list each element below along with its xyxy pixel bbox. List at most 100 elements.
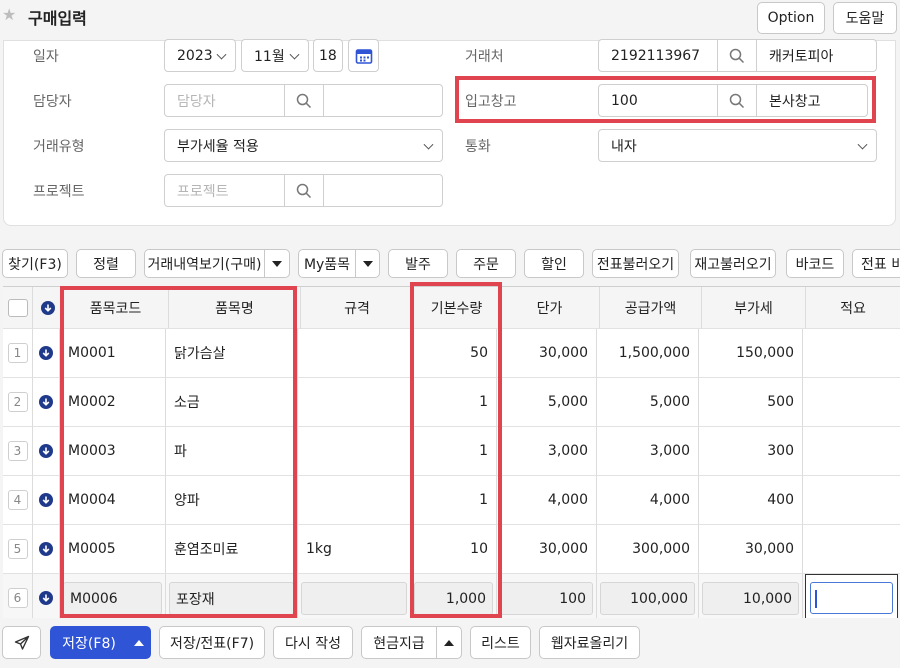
cell-price[interactable]: 100 (497, 574, 597, 623)
my-items-dropdown-button[interactable] (355, 249, 380, 278)
warehouse-code-input[interactable]: 100 (598, 84, 718, 117)
cell-name[interactable]: 파 (166, 427, 298, 476)
cell-memo[interactable] (803, 574, 900, 623)
cell-name[interactable]: 닭가슴살 (166, 329, 298, 378)
cell-qty-input[interactable]: 1,000 (414, 582, 493, 615)
cell-memo[interactable] (803, 427, 900, 476)
cell-spec[interactable] (298, 574, 411, 623)
cell-spec[interactable] (298, 329, 411, 378)
cell-code[interactable]: M0002 (60, 378, 166, 427)
row-number[interactable]: 3 (7, 441, 28, 461)
download-icon[interactable] (39, 346, 53, 360)
manager-search-button[interactable] (284, 84, 324, 117)
manager-input[interactable]: 담당자 (164, 84, 285, 117)
cell-name[interactable]: 양파 (166, 476, 298, 525)
cell-qty[interactable]: 1 (411, 378, 497, 427)
header-spec[interactable]: 규격 (301, 287, 414, 329)
order-button[interactable]: 발주 (388, 249, 448, 278)
download-icon[interactable] (39, 542, 53, 556)
cell-vat[interactable]: 150,000 (699, 329, 803, 378)
cash-button[interactable]: 현금지급 (361, 626, 437, 659)
history-button[interactable]: 거래내역보기(구매) (144, 249, 265, 278)
year-select[interactable]: 2023 (164, 39, 236, 72)
cell-code[interactable]: M0003 (60, 427, 166, 476)
project-search-button[interactable] (284, 174, 324, 207)
cell-price[interactable]: 30,000 (497, 329, 597, 378)
cell-memo[interactable] (803, 378, 900, 427)
load-slip-button[interactable]: 전표불러오기 (592, 249, 679, 278)
cell-spec-input[interactable] (301, 582, 407, 615)
cell-qty[interactable]: 10 (411, 525, 497, 574)
cell-code-input[interactable]: M0006 (63, 582, 162, 615)
header-qty[interactable]: 기본수량 (414, 287, 500, 329)
cell-spec[interactable] (298, 427, 411, 476)
find-button[interactable]: 찾기(F3) (2, 249, 68, 278)
cell-price-input[interactable]: 100 (500, 582, 593, 615)
cell-supply-input[interactable]: 100,000 (600, 582, 695, 615)
cell-name[interactable]: 훈염조미료 (166, 525, 298, 574)
download-icon[interactable] (39, 591, 53, 605)
manager-name-field[interactable] (323, 84, 443, 117)
slip-more-button[interactable]: 전표 비 (852, 249, 900, 278)
client-search-button[interactable] (717, 39, 757, 72)
cell-vat[interactable]: 500 (699, 378, 803, 427)
cell-supply[interactable]: 4,000 (597, 476, 699, 525)
load-stock-button[interactable]: 재고불러오기 (690, 249, 776, 278)
download-icon[interactable] (39, 493, 53, 507)
cell-code[interactable]: M0004 (60, 476, 166, 525)
cell-name-input[interactable]: 포장재 (169, 582, 294, 615)
client-name-field[interactable]: 캐커토피아 (756, 39, 877, 72)
cell-supply[interactable]: 100,000 (597, 574, 699, 623)
cell-name[interactable]: 포장재 (166, 574, 298, 623)
order2-button[interactable]: 주문 (456, 249, 516, 278)
cell-code[interactable]: M0005 (60, 525, 166, 574)
cell-qty[interactable]: 1 (411, 427, 497, 476)
cell-name[interactable]: 소금 (166, 378, 298, 427)
header-price[interactable]: 단가 (500, 287, 600, 329)
trade-type-select[interactable]: 부가세율 적용 (164, 129, 443, 162)
option-button[interactable]: Option (757, 2, 825, 34)
list-button[interactable]: 리스트 (470, 626, 531, 659)
memo-input-inner[interactable] (810, 582, 893, 614)
cell-vat[interactable]: 300 (699, 427, 803, 476)
cell-qty[interactable]: 1 (411, 476, 497, 525)
cell-memo[interactable] (803, 329, 900, 378)
cell-price[interactable]: 4,000 (497, 476, 597, 525)
cash-options-button[interactable] (436, 626, 462, 659)
save-slip-button[interactable]: 저장/전표(F7) (159, 626, 265, 659)
day-input[interactable]: 18 (313, 39, 343, 72)
row-number[interactable]: 4 (7, 490, 28, 510)
project-input[interactable]: 프로젝트 (164, 174, 285, 207)
header-memo[interactable]: 적요 (806, 287, 900, 329)
help-button[interactable]: 도움말 (833, 2, 897, 34)
row-number[interactable]: 1 (7, 343, 28, 363)
my-items-button[interactable]: My품목 (298, 249, 356, 278)
download-icon[interactable] (40, 300, 55, 315)
select-all-checkbox[interactable] (7, 298, 28, 317)
header-name[interactable]: 품목명 (169, 287, 301, 329)
save-button[interactable]: 저장(F8) (50, 626, 128, 659)
header-vat[interactable]: 부가세 (702, 287, 806, 329)
cell-memo[interactable] (803, 476, 900, 525)
cell-spec[interactable] (298, 476, 411, 525)
cell-spec[interactable] (298, 378, 411, 427)
save-options-button[interactable] (127, 626, 151, 659)
download-icon[interactable] (39, 395, 53, 409)
cell-code[interactable]: M0001 (60, 329, 166, 378)
discount-button[interactable]: 할인 (524, 249, 584, 278)
row-number[interactable]: 6 (7, 588, 28, 608)
cell-supply[interactable]: 300,000 (597, 525, 699, 574)
cell-price[interactable]: 5,000 (497, 378, 597, 427)
cell-qty[interactable]: 50 (411, 329, 497, 378)
client-code-input[interactable]: 2192113967 (598, 39, 718, 72)
cell-memo[interactable] (803, 525, 900, 574)
project-name-field[interactable] (323, 174, 443, 207)
cell-supply[interactable]: 1,500,000 (597, 329, 699, 378)
cell-price[interactable]: 30,000 (497, 525, 597, 574)
header-supply[interactable]: 공급가액 (600, 287, 702, 329)
header-code[interactable]: 품목코드 (63, 287, 169, 329)
cell-qty[interactable]: 1,000 (411, 574, 497, 623)
cell-price[interactable]: 3,000 (497, 427, 597, 476)
month-select[interactable]: 11월 (241, 39, 309, 72)
history-dropdown-button[interactable] (264, 249, 290, 278)
